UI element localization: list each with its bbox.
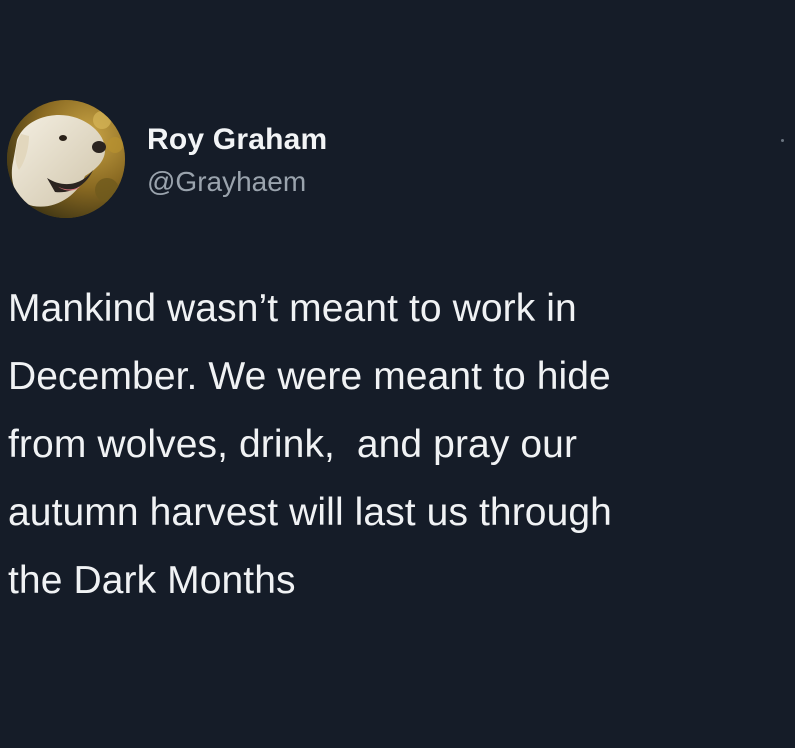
- author-display-name[interactable]: Roy Graham: [147, 123, 327, 157]
- author-handle[interactable]: @Grayhaem: [147, 166, 306, 198]
- dog-avatar-icon: [7, 100, 125, 218]
- tweet-card: Roy Graham @Grayhaem Mankind wasn’t mean…: [0, 0, 795, 748]
- more-dot-icon: [781, 139, 784, 142]
- more-options-button[interactable]: [774, 132, 792, 150]
- tweet-text: Mankind wasn’t meant to work in December…: [8, 287, 612, 602]
- avatar[interactable]: [7, 100, 125, 218]
